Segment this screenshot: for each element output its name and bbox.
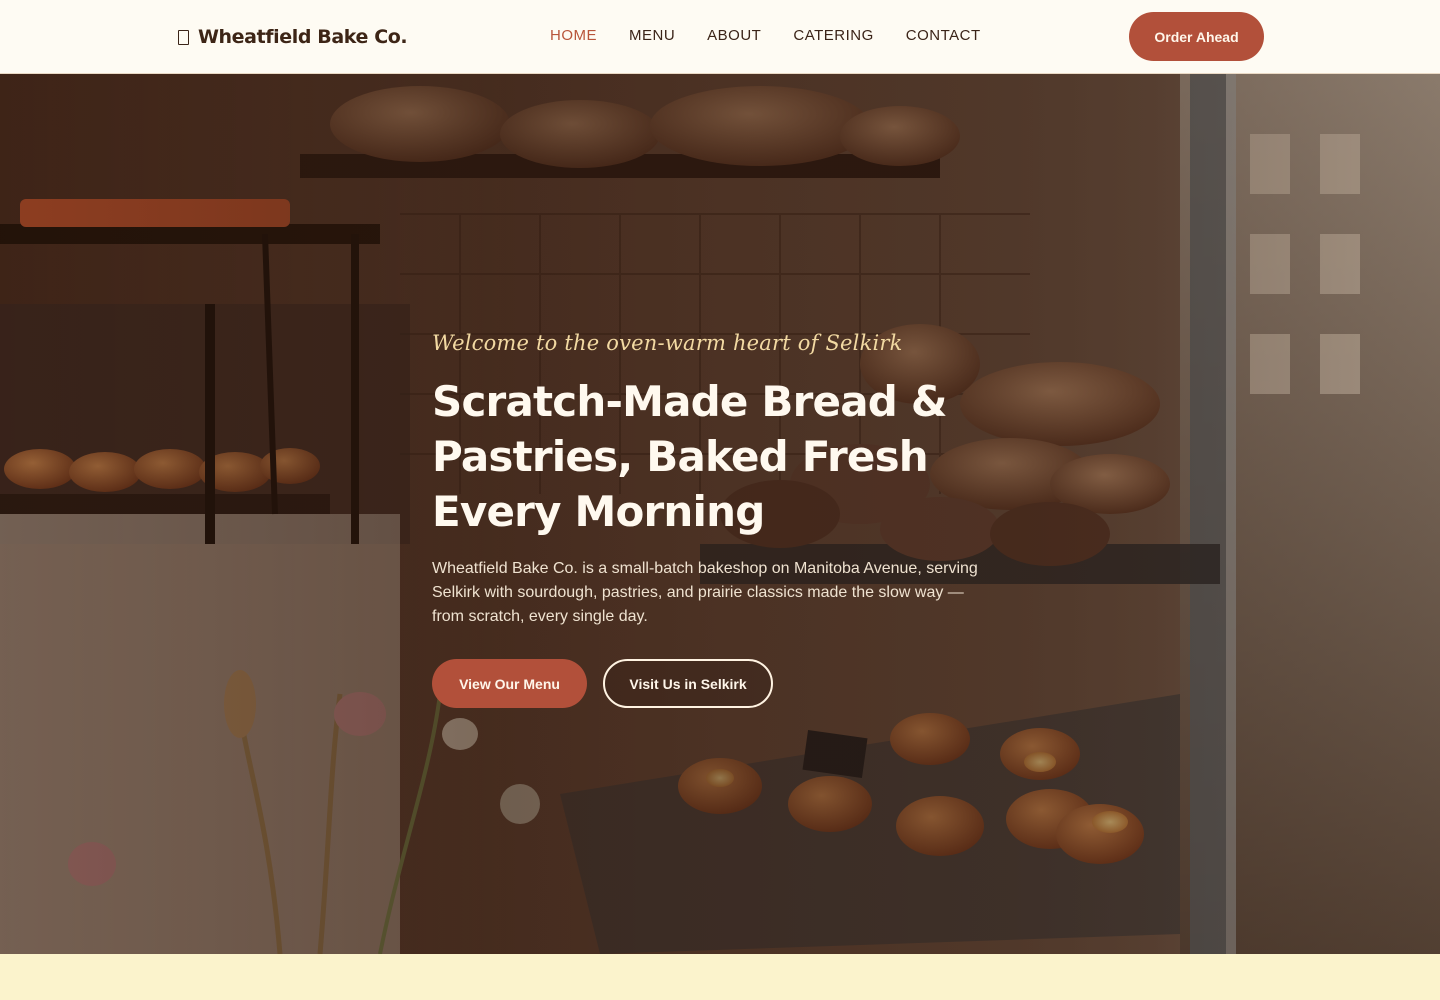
main-nav: HOME MENU ABOUT CATERING CONTACT [550, 26, 1013, 46]
hero-headline: Scratch-Made Bread & Pastries, Baked Fre… [432, 377, 947, 536]
visit-us-button[interactable]: Visit Us in Selkirk [603, 659, 773, 708]
nav-item-catering[interactable]: CATERING [793, 26, 873, 46]
hero-description: Wheatfield Bake Co. is a small-batch bak… [432, 560, 978, 625]
next-section-strip [0, 954, 1440, 1000]
hero-cta-group: View Our Menu Visit Us in Selkirk [432, 659, 992, 708]
order-ahead-button[interactable]: Order Ahead [1129, 12, 1264, 61]
nav-item-home[interactable]: HOME [550, 26, 597, 46]
brand-name: Wheatfield Bake Co. [198, 26, 408, 48]
hero-content: Welcome to the oven-warm heart of Selkir… [432, 326, 992, 708]
nav-item-menu[interactable]: MENU [629, 26, 675, 46]
nav-item-contact[interactable]: CONTACT [906, 26, 981, 46]
brand-logo[interactable]: Wheatfield Bake Co. [178, 24, 408, 50]
nav-item-about[interactable]: ABOUT [707, 26, 761, 46]
hero-section: Welcome to the oven-warm heart of Selkir… [0, 74, 1440, 954]
hero-eyebrow: Welcome to the oven-warm heart of Selkir… [432, 331, 903, 355]
bread-icon [178, 29, 189, 45]
site-header: Wheatfield Bake Co. HOME MENU ABOUT CATE… [0, 0, 1440, 74]
view-menu-button[interactable]: View Our Menu [432, 659, 587, 708]
